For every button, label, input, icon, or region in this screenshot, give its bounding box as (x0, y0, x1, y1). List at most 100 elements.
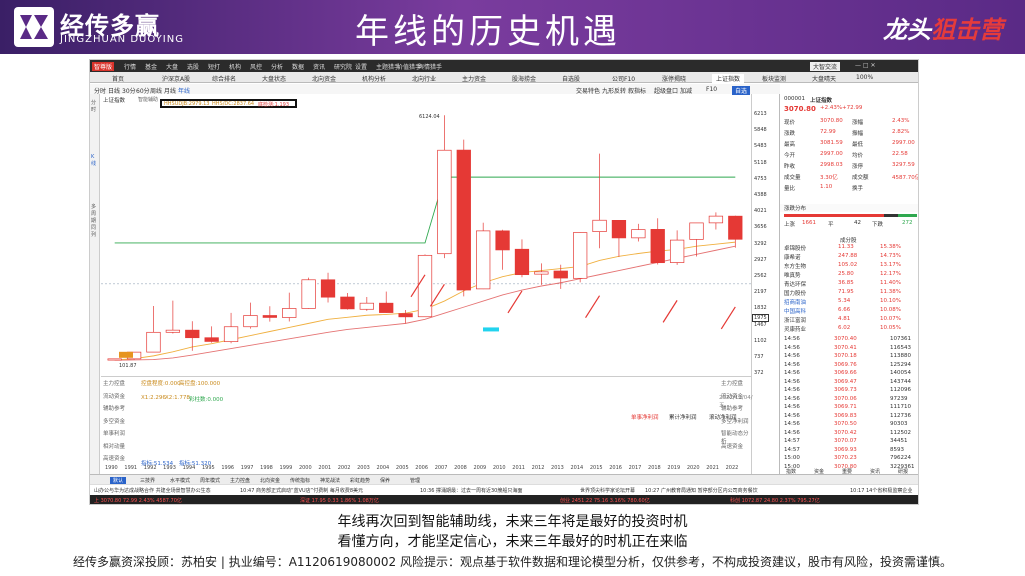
candle-body-1997 (243, 315, 258, 328)
comp-row[interactable]: 国力股份 71.95 11.38% (780, 289, 918, 297)
bottom-tab-7[interactable]: 神龙战法 (320, 477, 340, 484)
menu-11[interactable]: 设置 (355, 62, 367, 71)
menu-10[interactable]: 研究院 (334, 62, 352, 71)
bottom-tab-8[interactable]: 彩虹趋势 (350, 477, 370, 484)
menu-14[interactable]: 舆情猎手 (418, 62, 442, 71)
signal-arrow-4 (662, 300, 678, 323)
quote-row: 现价 3070.80 涨幅 2.43% (780, 118, 918, 126)
bottom-tab-1[interactable]: 三技界 (140, 477, 155, 484)
menu-3[interactable]: 选股 (187, 62, 199, 71)
tab-2[interactable]: 综合排名 (212, 74, 236, 83)
tick-cell: 3069.47 (834, 378, 857, 385)
feedback-button[interactable]: 大智交流 (810, 62, 841, 71)
candle-body-2008 (456, 149, 471, 291)
tick-row: 14:56 3069.66 140054 (780, 370, 918, 378)
menu-9[interactable]: 资讯 (313, 62, 325, 71)
side-tab-fenshi[interactable]: 分时 (91, 100, 99, 114)
comp-row[interactable]: 中国高科 6.66 10.08% (780, 307, 918, 315)
year-20: 2010 (492, 465, 506, 471)
candlestick-chart[interactable]: 6124.04 101.87 (101, 94, 751, 370)
comp-row[interactable]: 卓锦股份 11.33 15.38% (780, 244, 918, 252)
ind-label-1: 流动资金 (103, 393, 126, 400)
tick-cell: 14:56 (784, 378, 800, 385)
tab-1[interactable]: 沪深京A股 (162, 74, 190, 83)
year-12: 2002 (337, 465, 351, 471)
bottom-tab-3[interactable]: 周年模式 (200, 477, 220, 484)
menu-2[interactable]: 大盘 (166, 62, 178, 71)
candle-body-1998 (262, 315, 277, 318)
bottom-tab-9[interactable]: 保养 (380, 477, 390, 484)
candle-body-1990 (107, 358, 122, 361)
tab-8[interactable]: 股海捞金 (512, 74, 536, 83)
y-tick-15: 737 (754, 354, 764, 360)
bottom-tab-5[interactable]: 北向资金 (260, 477, 280, 484)
comp-cell: 10.05% (880, 325, 901, 331)
candle-body-2020 (689, 222, 704, 240)
tab-13[interactable]: 板块监测 (762, 74, 786, 83)
news-2[interactable]: 10:36 撑涌期最：过去一周有近30艘船只海面 (420, 487, 522, 494)
comp-cell: 12.17% (880, 271, 901, 277)
news-4[interactable]: 10:27 广州教育局通知 暂停部分区内公司商务餐饮 (645, 487, 758, 494)
news-5[interactable]: 10:17 14个省积极监察企业 (850, 487, 912, 494)
news-3[interactable]: 世界顶尖科学家论坛开幕 (580, 487, 635, 494)
tick-cell: 3070.41 (834, 344, 857, 351)
menu-8[interactable]: 数据 (292, 62, 304, 71)
bottom-tab-6[interactable]: 传统指标 (290, 477, 310, 484)
tab-12[interactable]: 上证指数 (712, 74, 745, 83)
comp-cell: 11.38% (880, 289, 901, 295)
candle-body-2009 (476, 230, 491, 290)
bottom-tab-2[interactable]: 水平模式 (170, 477, 190, 484)
control-5[interactable]: F10 (706, 86, 717, 93)
comp-row[interactable]: 浙江富润 4.81 10.07% (780, 316, 918, 324)
bottom-tab-10[interactable]: 管理 (410, 477, 420, 484)
bottom-tab-4[interactable]: 主力控盘 (230, 477, 250, 484)
window-controls[interactable]: — □ ✕ (855, 62, 876, 69)
menu-7[interactable]: 分析 (271, 62, 283, 71)
period-bar: 分时 日线 30分 60分 周线 月线 年线 交易特色 九形反转 叙指标 超级盘口 加减 F10 自选 (90, 84, 780, 95)
year-4: 1994 (182, 465, 196, 471)
tab-3[interactable]: 大盘状态 (262, 74, 286, 83)
menu-0[interactable]: 行情 (124, 62, 136, 71)
tick-cell: 14:56 (784, 336, 800, 342)
tab-7[interactable]: 主力资金 (462, 74, 486, 83)
bottom-tab-0[interactable]: 默认 (110, 477, 127, 484)
year-6: 1996 (221, 465, 235, 471)
tab-10[interactable]: 公司F10 (612, 74, 635, 83)
comp-row[interactable]: 东方生物 105.02 13.17% (780, 262, 918, 270)
comp-row[interactable]: 康希诺 247.88 14.73% (780, 253, 918, 261)
quote-cell: 3070.80 (820, 118, 843, 124)
tick-cell: 14:57 (784, 446, 800, 453)
side-tab-kline[interactable]: K线 (91, 154, 99, 168)
comp-row[interactable]: 唯真势 25.80 12.17% (780, 271, 918, 279)
news-1[interactable]: 10:47 商务部正式启动“蓝VU店”付费制 每月收费8美元 (240, 487, 363, 494)
tab-0[interactable]: 首页 (112, 74, 124, 83)
side-tab-multi[interactable]: 多周期同列 (91, 204, 99, 239)
tick-row: 14:56 3069.71 111710 (780, 404, 918, 412)
tick-cell: 14:56 (784, 429, 800, 436)
year-5: 1995 (201, 465, 215, 471)
comp-row[interactable]: 青达环保 36.85 11.40% (780, 280, 918, 288)
quote-cell: 3081.59 (820, 140, 843, 146)
comp-cell: 11.33 (838, 244, 854, 250)
tab-6[interactable]: 北向行业 (412, 74, 436, 83)
tab-4[interactable]: 北向资金 (312, 74, 336, 83)
y-tick-2: 5483 (754, 143, 767, 150)
menu-5[interactable]: 机构 (229, 62, 241, 71)
tab-5[interactable]: 机构分析 (362, 74, 386, 83)
quote-price: 3070.80 (784, 105, 816, 113)
menu-6[interactable]: 风控 (250, 62, 262, 71)
zoom-level[interactable]: 100% (856, 74, 873, 81)
tick-cell: 3070.42 (834, 429, 857, 436)
comp-row[interactable]: 灵康药业 6.02 10.05% (780, 325, 918, 333)
tab-14[interactable]: 大盘晴天 (812, 74, 836, 83)
current-tag: 1975 (752, 314, 769, 322)
comp-row[interactable]: 招商南油 5.34 10.10% (780, 298, 918, 306)
menu-4[interactable]: 短打 (208, 62, 220, 71)
tick-cell: 14:57 (784, 438, 800, 444)
news-0[interactable]: 山办公与华为达成战略合作 共建全场景智慧办公生态 (94, 487, 211, 494)
menu-1[interactable]: 基金 (145, 62, 157, 71)
year-14: 2004 (376, 465, 390, 471)
low-label: 101.87 (119, 363, 137, 369)
tab-9[interactable]: 自选股 (562, 74, 580, 83)
tab-11[interactable]: 涨停揭晓 (662, 74, 686, 83)
